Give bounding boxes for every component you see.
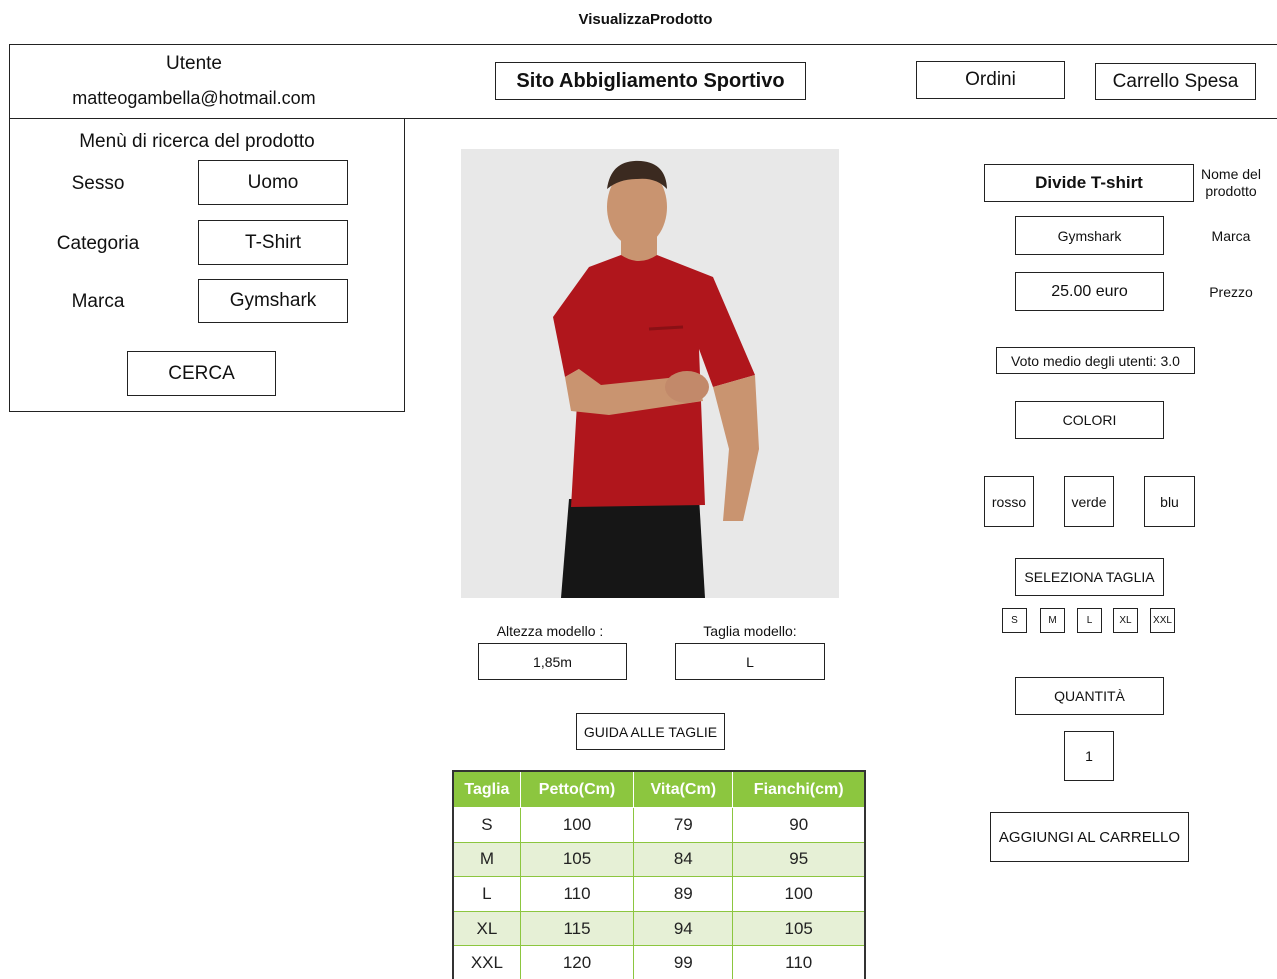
orders-button[interactable]: Ordini xyxy=(916,61,1065,99)
select-size-button[interactable]: SELEZIONA TAGLIA xyxy=(1015,558,1164,596)
table-cell: 100 xyxy=(732,876,865,912)
table-cell: 99 xyxy=(633,945,734,979)
size-table: Taglia Petto(Cm) Vita(Cm) Fianchi(cm) S … xyxy=(453,771,865,979)
table-cell: 89 xyxy=(633,876,734,912)
color-option-blu[interactable]: blu xyxy=(1144,476,1195,527)
table-row: M 105 84 95 xyxy=(453,841,865,878)
product-price-label: Prezzo xyxy=(1209,284,1253,300)
table-cell: XXL xyxy=(453,945,521,979)
product-name: Divide T-shirt xyxy=(984,164,1194,202)
color-option-rosso[interactable]: rosso xyxy=(984,476,1034,527)
table-cell: L xyxy=(453,876,521,912)
size-option-xl[interactable]: XL xyxy=(1113,608,1138,633)
cart-button[interactable]: Carrello Spesa xyxy=(1095,63,1256,100)
size-table-header: Vita(Cm) xyxy=(633,771,734,808)
sex-field[interactable]: Uomo xyxy=(198,160,348,205)
table-cell: 105 xyxy=(732,910,865,947)
table-row: XL 115 94 105 xyxy=(453,910,865,947)
site-title[interactable]: Sito Abbigliamento Sportivo xyxy=(495,62,806,100)
model-height-value: 1,85m xyxy=(478,643,627,680)
table-cell: 115 xyxy=(519,910,635,947)
table-cell: 94 xyxy=(633,910,734,947)
size-option-xxl[interactable]: XXL xyxy=(1150,608,1175,633)
model-size-label: Taglia modello: xyxy=(703,623,797,639)
product-brand: Gymshark xyxy=(1015,216,1164,255)
table-cell: 105 xyxy=(519,841,635,878)
table-cell: 110 xyxy=(732,945,865,979)
category-field[interactable]: T-Shirt xyxy=(198,220,348,265)
product-name-label: Nome del prodotto xyxy=(1201,166,1261,199)
size-option-l[interactable]: L xyxy=(1077,608,1102,633)
brand-field[interactable]: Gymshark xyxy=(198,279,348,323)
size-table-header: Taglia xyxy=(453,771,521,808)
size-guide-button[interactable]: GUIDA ALLE TAGLIE xyxy=(576,713,725,750)
sex-label: Sesso xyxy=(71,173,125,194)
add-to-cart-button[interactable]: AGGIUNGI AL CARRELLO xyxy=(990,812,1189,862)
size-table-header-row: Taglia Petto(Cm) Vita(Cm) Fianchi(cm) xyxy=(453,771,865,808)
size-option-m[interactable]: M xyxy=(1040,608,1065,633)
color-option-verde[interactable]: verde xyxy=(1064,476,1114,527)
size-table-header: Petto(Cm) xyxy=(519,771,635,808)
product-brand-label: Marca xyxy=(1211,228,1251,244)
brand-label: Marca xyxy=(71,291,125,312)
table-cell: 120 xyxy=(519,945,635,979)
user-email[interactable]: matteogambella@hotmail.com xyxy=(40,88,348,109)
search-button[interactable]: CERCA xyxy=(127,351,276,396)
search-menu-title: Menù di ricerca del prodotto xyxy=(79,131,315,152)
table-row: XXL 120 99 110 xyxy=(453,945,865,979)
table-cell: 100 xyxy=(519,807,635,843)
table-cell: 79 xyxy=(633,807,734,843)
table-row: L 110 89 100 xyxy=(453,876,865,912)
product-image xyxy=(461,149,839,598)
user-rating: Voto medio degli utenti: 3.0 xyxy=(996,347,1195,374)
size-option-s[interactable]: S xyxy=(1002,608,1027,633)
table-cell: 84 xyxy=(633,841,734,878)
table-cell: XL xyxy=(453,910,521,947)
model-photo-illustration xyxy=(461,149,839,598)
quantity-button: QUANTITÀ xyxy=(1015,677,1164,715)
table-cell: 110 xyxy=(519,876,635,912)
model-height-label: Altezza modello : xyxy=(496,623,604,639)
table-row: S 100 79 90 xyxy=(453,807,865,843)
product-price: 25.00 euro xyxy=(1015,272,1164,311)
size-table-header: Fianchi(cm) xyxy=(732,771,865,808)
page-title: VisualizzaProdotto xyxy=(578,11,713,28)
quantity-field[interactable]: 1 xyxy=(1064,731,1114,781)
colors-button[interactable]: COLORI xyxy=(1015,401,1164,439)
model-size-value: L xyxy=(675,643,825,680)
category-label: Categoria xyxy=(56,233,140,254)
table-cell: S xyxy=(453,807,521,843)
table-cell: M xyxy=(453,841,521,878)
table-cell: 95 xyxy=(732,841,865,878)
user-label: Utente xyxy=(166,53,222,74)
table-cell: 90 xyxy=(732,807,865,843)
